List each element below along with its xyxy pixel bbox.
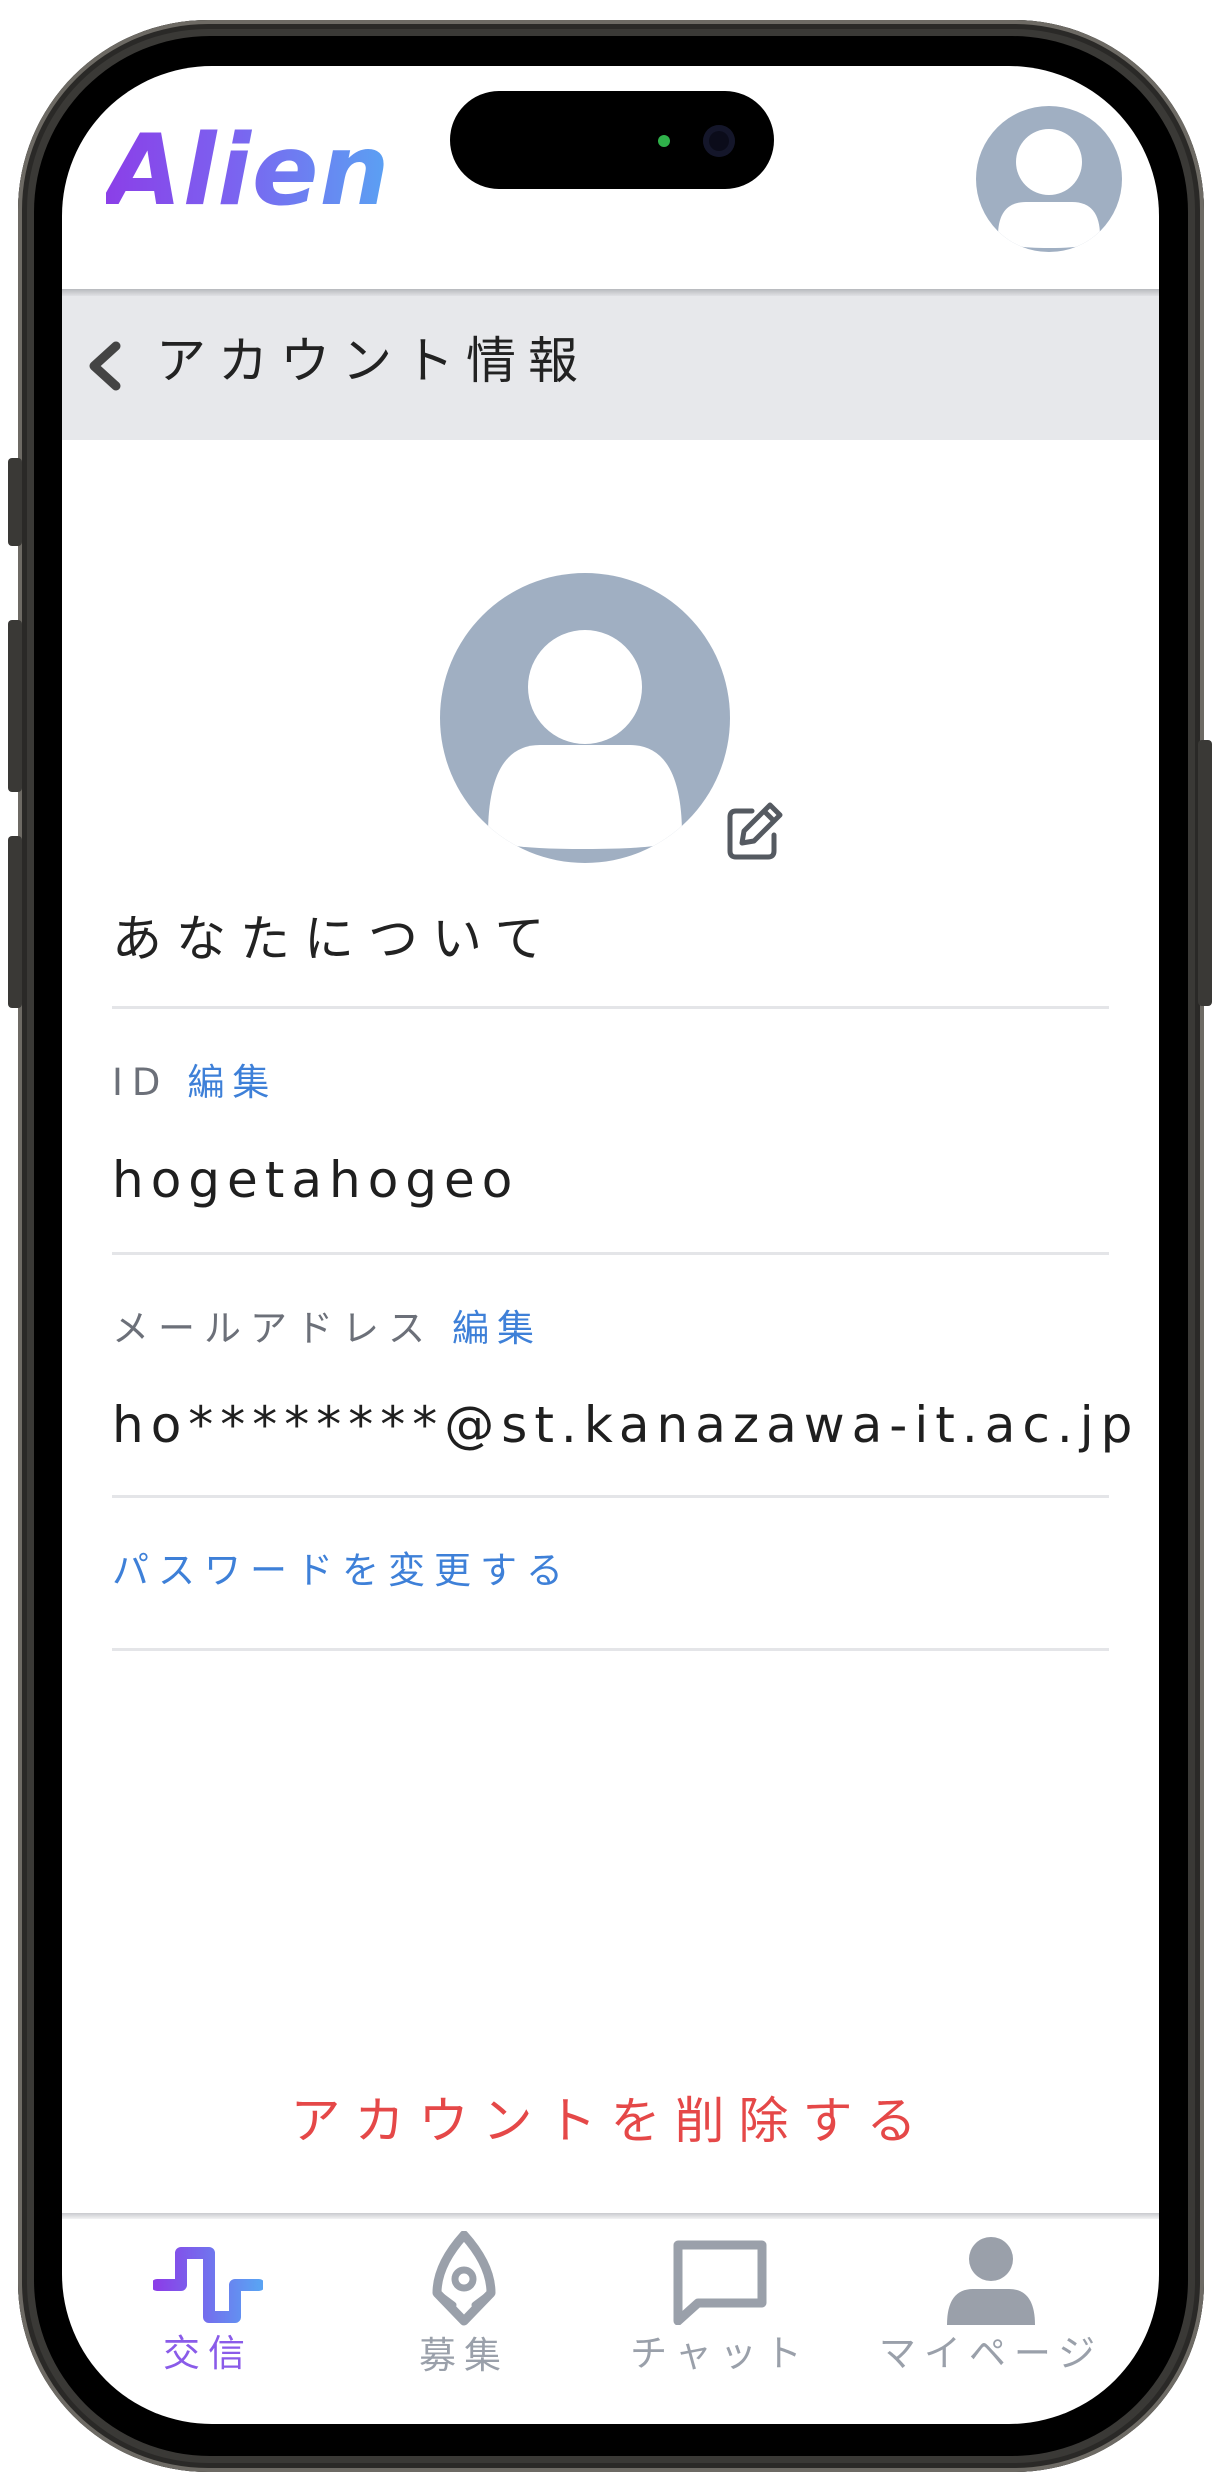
app-logo: Alien (106, 114, 391, 228)
edit-id-button[interactable]: 編集 (187, 1061, 277, 1104)
user-icon (488, 630, 682, 849)
header-avatar[interactable] (976, 106, 1122, 252)
bottom-nav-divider (62, 2213, 1159, 2219)
id-value: hogetahogeo (112, 1151, 520, 1209)
email-field-label: メールアドレス 編集 (112, 1310, 542, 1347)
nav-item-koushin[interactable]: 交信 (78, 2245, 338, 2372)
change-password-link[interactable]: パスワードを変更する (112, 1552, 572, 1589)
person-icon (947, 2237, 1035, 2325)
id-label-text: ID (112, 1061, 170, 1104)
page-title: アカウント情報 (156, 332, 590, 390)
nav-label-boshuu: 募集 (419, 2334, 509, 2377)
profile-avatar[interactable] (440, 573, 730, 863)
phone-power-button (1198, 740, 1212, 1006)
back-chevron-icon[interactable] (82, 338, 128, 394)
nav-label-chat: チャット (630, 2332, 810, 2375)
email-label-text: メールアドレス (112, 1307, 434, 1350)
phone-volume-up-button (8, 620, 22, 792)
camera-indicator-icon (658, 135, 670, 147)
divider (112, 1648, 1109, 1651)
phone-volume-down-button (8, 836, 22, 1008)
edit-email-button[interactable]: 編集 (452, 1307, 542, 1350)
email-value: ho********@st.kanazawa-it.ac.jp (112, 1396, 1140, 1454)
pulse-icon (153, 2247, 263, 2323)
about-you-heading: あなたについて (112, 910, 559, 968)
nav-item-mypage[interactable]: マイページ (861, 2237, 1121, 2375)
delete-account-button[interactable]: アカウントを削除する (0, 2096, 1221, 2146)
nav-item-boshuu[interactable]: 募集 (334, 2231, 594, 2377)
phone-action-button (8, 458, 22, 546)
user-icon (998, 129, 1100, 248)
nav-label-koushin: 交信 (163, 2332, 253, 2375)
nav-label-mypage: マイページ (878, 2332, 1104, 2375)
dynamic-island (450, 91, 774, 189)
chat-bubble-icon (673, 2240, 767, 2325)
divider (112, 1495, 1109, 1498)
edit-pencil-icon[interactable] (722, 799, 786, 863)
nav-item-chat[interactable]: チャット (590, 2240, 850, 2375)
id-field-label: ID 編集 (112, 1064, 277, 1101)
divider (112, 1006, 1109, 1009)
front-camera-icon (703, 125, 735, 157)
rocket-icon (432, 2231, 496, 2326)
divider (112, 1252, 1109, 1255)
